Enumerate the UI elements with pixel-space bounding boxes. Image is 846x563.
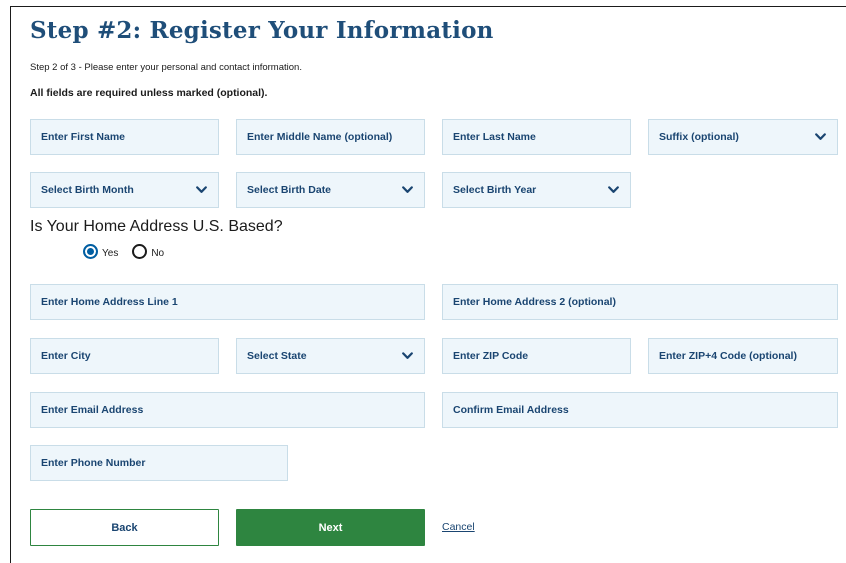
zip-code-field[interactable]: Enter ZIP Code xyxy=(442,338,631,374)
phone-field[interactable]: Enter Phone Number xyxy=(30,445,288,481)
state-selected-value: Select State xyxy=(247,350,307,362)
radio-yes-button[interactable] xyxy=(83,244,98,259)
address-line2-placeholder: Enter Home Address 2 (optional) xyxy=(453,296,616,308)
middle-name-placeholder: Enter Middle Name (optional) xyxy=(247,131,393,143)
back-button[interactable]: Back xyxy=(30,509,219,546)
chevron-down-icon xyxy=(194,183,208,197)
birth-year-select[interactable]: Select Birth Year xyxy=(442,172,631,208)
radio-no-label: No xyxy=(151,248,165,259)
birth-year-selected-value: Select Birth Year xyxy=(453,184,537,196)
birth-date-select[interactable]: Select Birth Date xyxy=(236,172,425,208)
birth-month-select[interactable]: Select Birth Month xyxy=(30,172,219,208)
city-placeholder: Enter City xyxy=(41,350,91,362)
first-name-field[interactable]: Enter First Name xyxy=(30,119,219,155)
birth-month-selected-value: Select Birth Month xyxy=(41,184,134,196)
home-address-line2-field[interactable]: Enter Home Address 2 (optional) xyxy=(442,284,838,320)
required-note: All fields are required unless marked (o… xyxy=(30,87,268,99)
suffix-selected-value: Suffix (optional) xyxy=(659,131,739,143)
cancel-link[interactable]: Cancel xyxy=(442,521,475,533)
confirm-email-placeholder: Confirm Email Address xyxy=(453,404,569,416)
chevron-down-icon xyxy=(400,349,414,363)
state-select[interactable]: Select State xyxy=(236,338,425,374)
home-address-line1-field[interactable]: Enter Home Address Line 1 xyxy=(30,284,425,320)
chevron-down-icon xyxy=(606,183,620,197)
next-button[interactable]: Next xyxy=(236,509,425,546)
confirm-email-field[interactable]: Confirm Email Address xyxy=(442,392,838,428)
radio-option-yes[interactable]: Yes xyxy=(83,244,118,259)
zip-placeholder: Enter ZIP Code xyxy=(453,350,529,362)
radio-no-button[interactable] xyxy=(132,244,148,259)
chevron-down-icon xyxy=(813,130,827,144)
last-name-placeholder: Enter Last Name xyxy=(453,131,536,143)
first-name-placeholder: Enter First Name xyxy=(41,131,126,143)
address-radio-group: Yes No xyxy=(83,244,178,259)
step-subtitle: Step 2 of 3 - Please enter your personal… xyxy=(30,62,302,73)
suffix-select[interactable]: Suffix (optional) xyxy=(648,119,838,155)
zip4-code-field[interactable]: Enter ZIP+4 Code (optional) xyxy=(648,338,838,374)
zip4-placeholder: Enter ZIP+4 Code (optional) xyxy=(659,350,797,362)
radio-option-no[interactable]: No xyxy=(132,244,164,259)
page-title: Step #2: Register Your Information xyxy=(30,17,494,44)
last-name-field[interactable]: Enter Last Name xyxy=(442,119,631,155)
radio-yes-label: Yes xyxy=(102,248,119,259)
birth-date-selected-value: Select Birth Date xyxy=(247,184,332,196)
address-line1-placeholder: Enter Home Address Line 1 xyxy=(41,296,178,308)
email-field[interactable]: Enter Email Address xyxy=(30,392,425,428)
phone-placeholder: Enter Phone Number xyxy=(41,457,146,469)
email-placeholder: Enter Email Address xyxy=(41,404,144,416)
middle-name-field[interactable]: Enter Middle Name (optional) xyxy=(236,119,425,155)
chevron-down-icon xyxy=(400,183,414,197)
address-question-label: Is Your Home Address U.S. Based? xyxy=(30,218,283,235)
city-field[interactable]: Enter City xyxy=(30,338,219,374)
